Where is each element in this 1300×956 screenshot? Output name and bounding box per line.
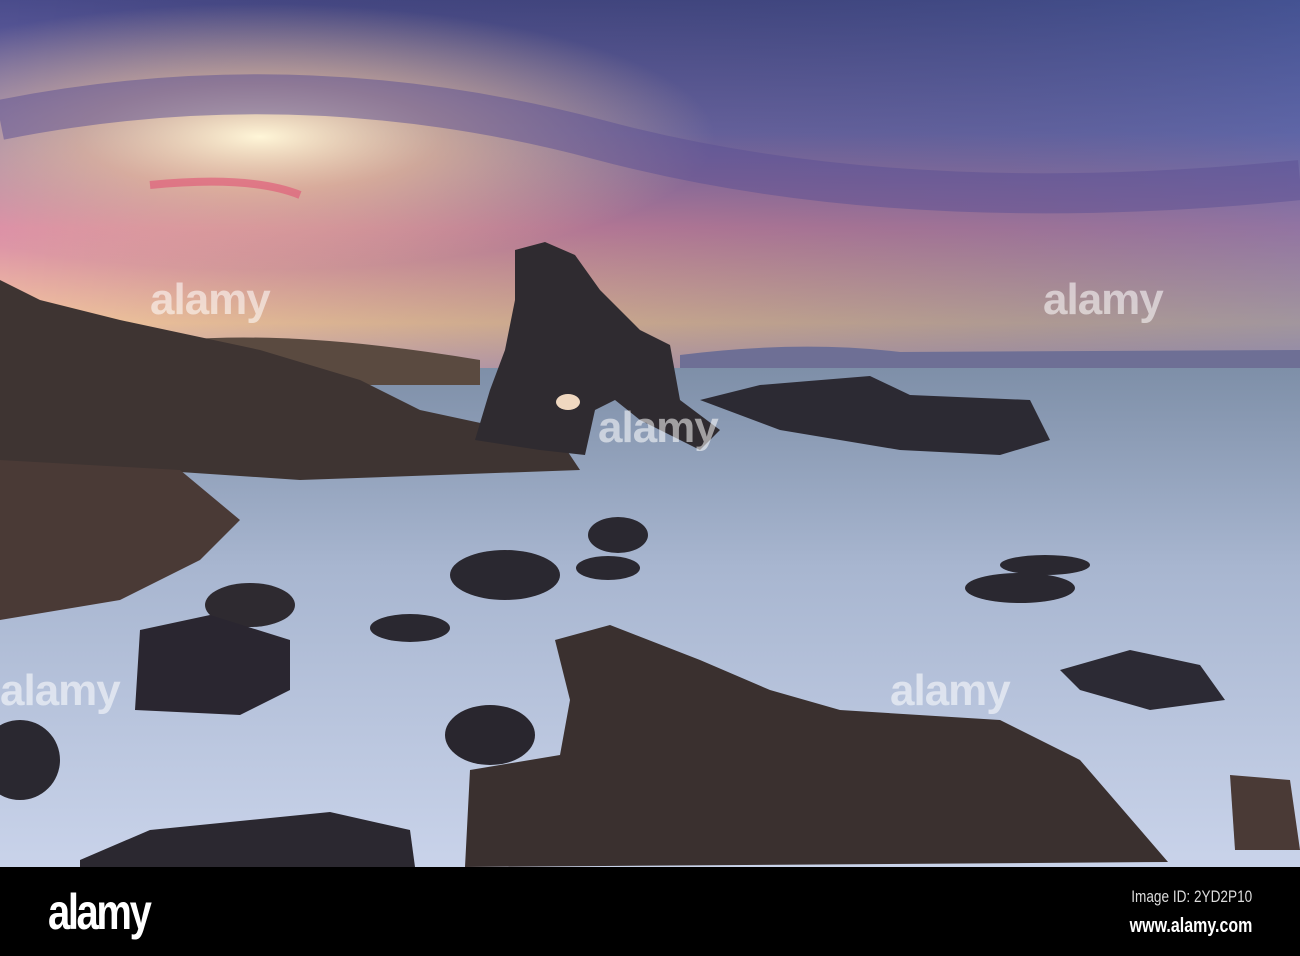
watermark: alamy	[890, 666, 1011, 715]
site-url: www.alamy.com	[1129, 915, 1252, 937]
watermark: alamy	[150, 275, 271, 324]
watermark: alamy	[1043, 275, 1164, 324]
image-id: Image ID: 2YD2P10	[1131, 887, 1252, 906]
footer-bar: alamy Image ID: 2YD2P10 www.alamy.com	[0, 867, 1300, 956]
watermark: alamy	[598, 403, 719, 452]
watermark: alamy	[0, 666, 121, 715]
alamy-logo: alamy	[48, 884, 152, 940]
